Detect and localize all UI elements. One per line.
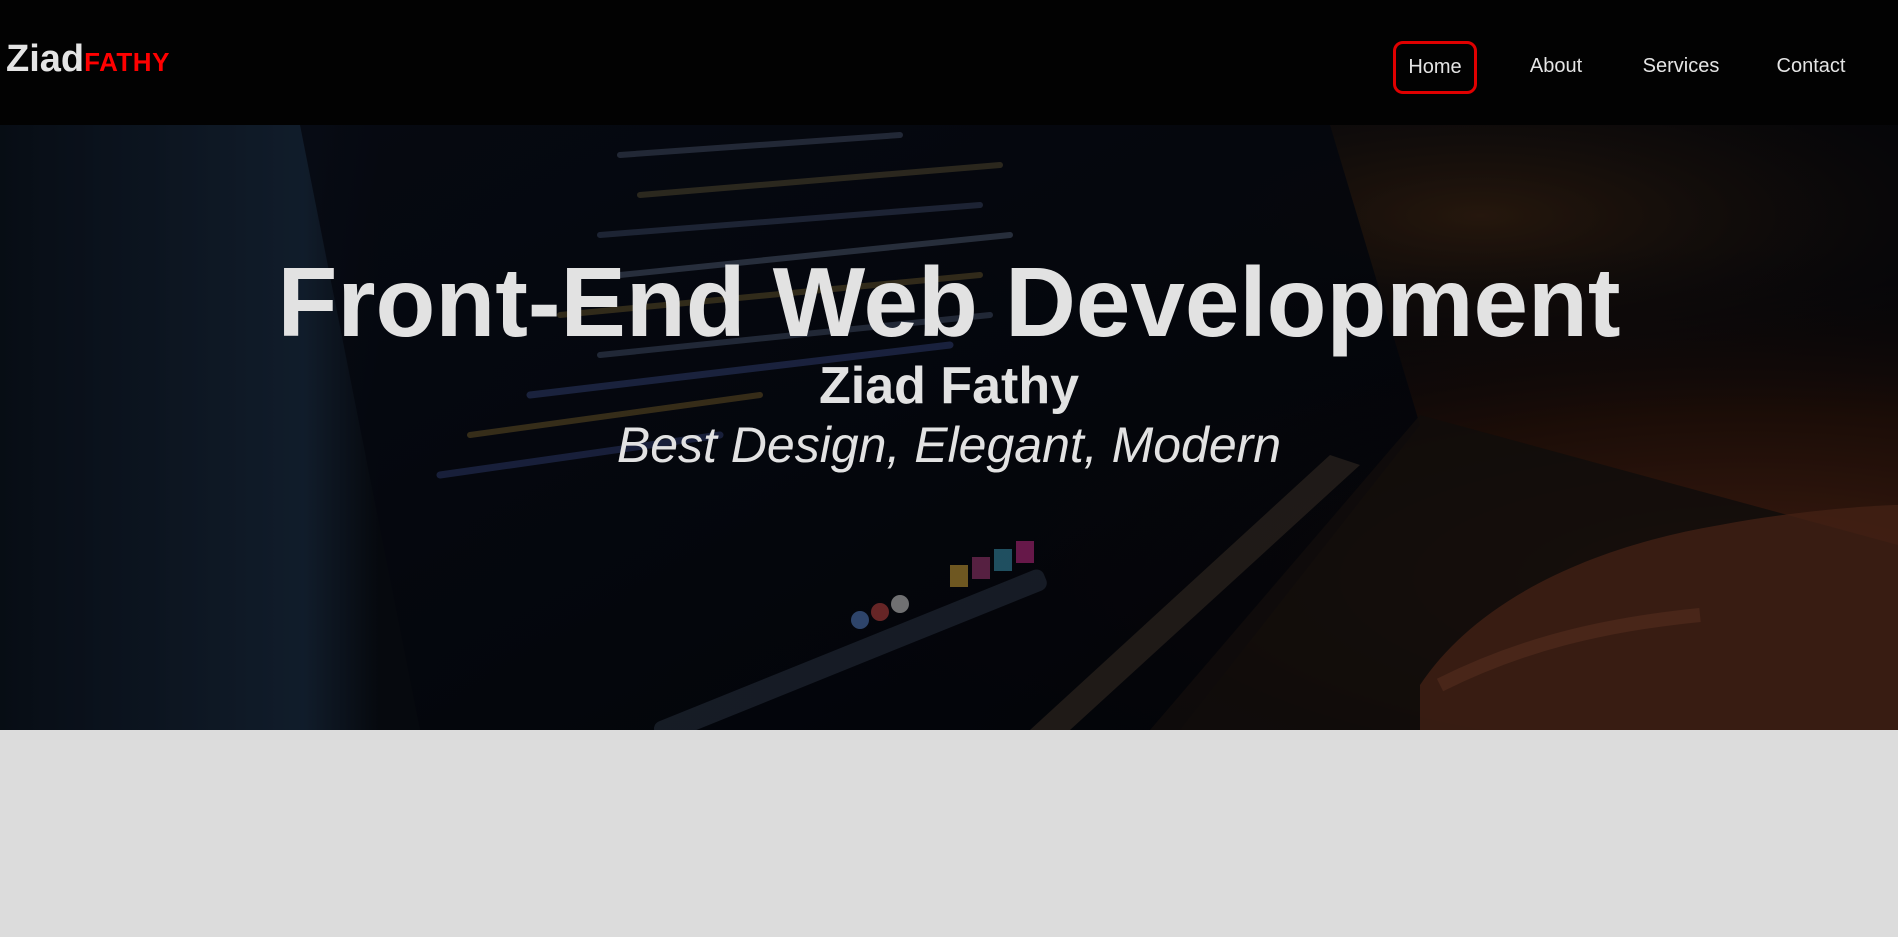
nav-link-about[interactable]: About	[1516, 41, 1596, 91]
brand-last-name: FATHY	[84, 47, 170, 77]
content-area	[0, 730, 1898, 937]
nav-link-home[interactable]: Home	[1393, 41, 1477, 94]
brand-first-name: Ziad	[6, 38, 85, 80]
brand-logo[interactable]: ZiadFATHY	[6, 38, 170, 81]
navbar: ZiadFATHY Home About Services Contact	[0, 0, 1898, 125]
hero-name: Ziad Fathy	[818, 357, 1080, 415]
hero-title: Front-End Web Development	[277, 247, 1621, 357]
nav-link-contact[interactable]: Contact	[1766, 41, 1856, 91]
nav-link-services[interactable]: Services	[1631, 41, 1731, 91]
hero-section: Front-End Web Development Ziad Fathy Bes…	[0, 125, 1898, 730]
hero-tagline: Best Design, Elegant, Modern	[616, 417, 1282, 473]
